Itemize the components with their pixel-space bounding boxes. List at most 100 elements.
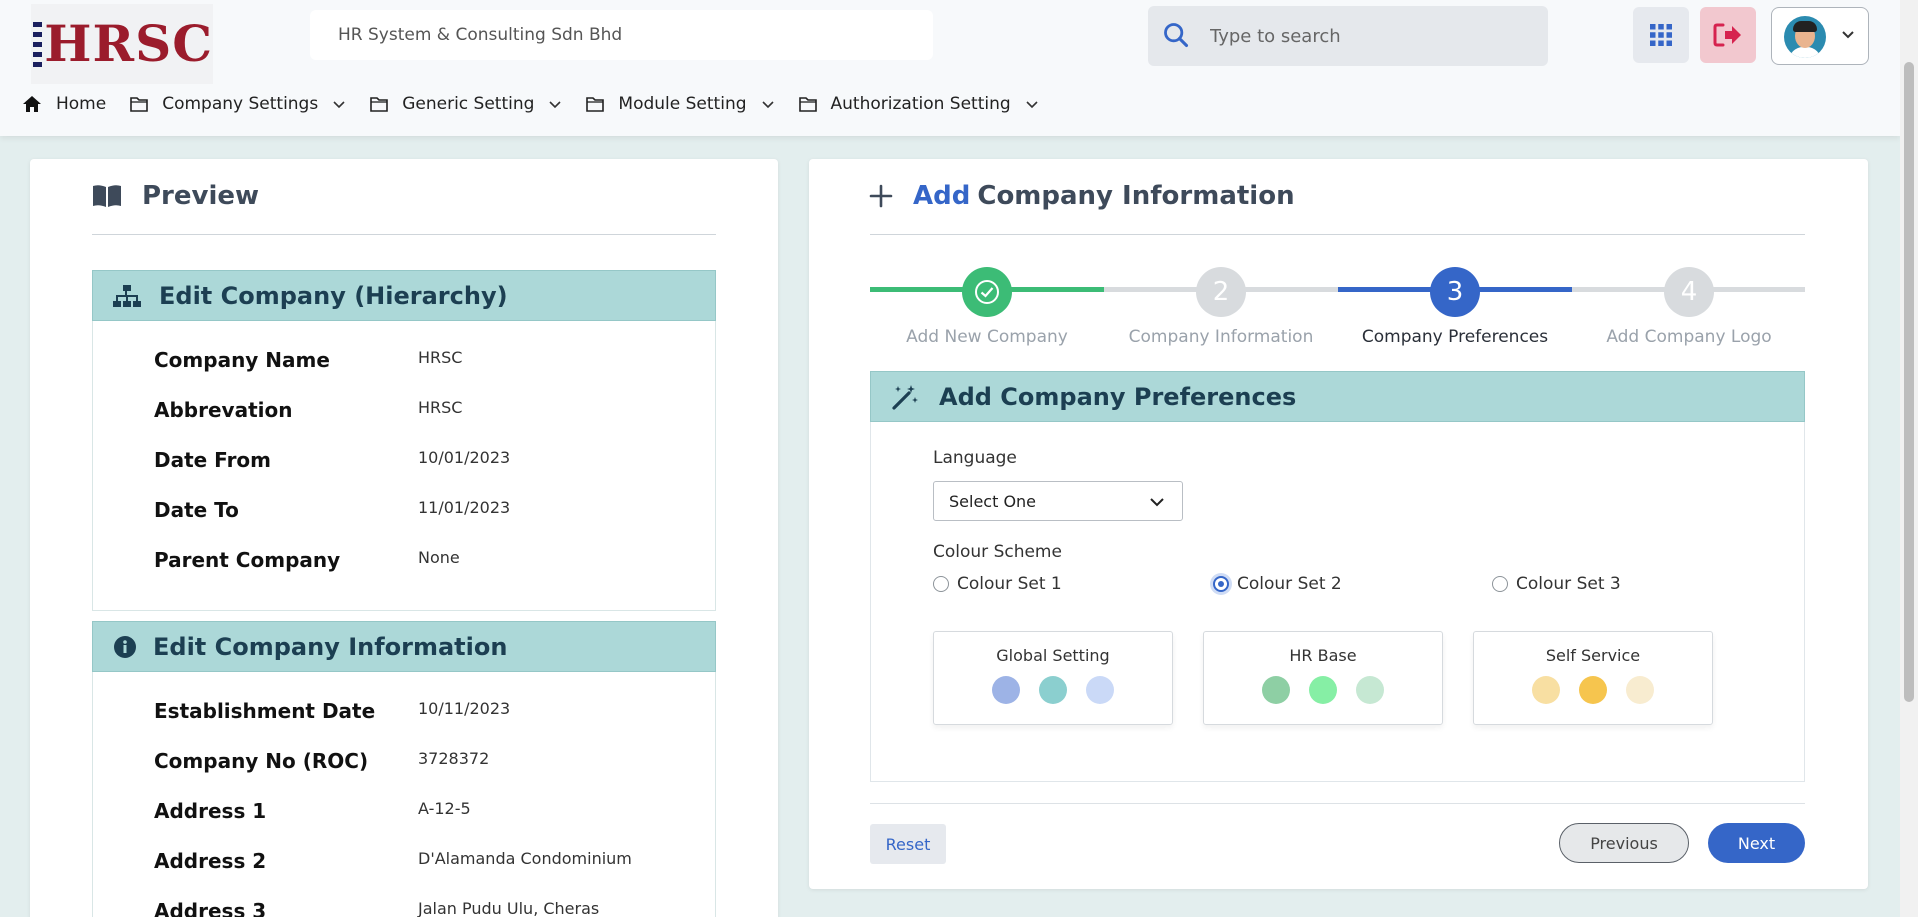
colour-swatch xyxy=(992,676,1020,704)
hierarchy-section-header: Edit Company (Hierarchy) xyxy=(92,270,716,321)
logout-icon xyxy=(1713,23,1741,47)
divider xyxy=(92,234,716,235)
reset-button[interactable]: Reset xyxy=(870,824,946,864)
field-label: Parent Company xyxy=(154,548,341,572)
colour-swatch xyxy=(1039,676,1067,704)
search-input[interactable] xyxy=(1210,18,1530,54)
previous-button[interactable]: Previous xyxy=(1559,823,1689,863)
step-4-label: Add Company Logo xyxy=(1606,327,1772,347)
colour-swatch xyxy=(1532,676,1560,704)
logout-button[interactable] xyxy=(1700,7,1756,63)
colour-swatch xyxy=(1262,676,1290,704)
preferences-section-header: Add Company Preferences xyxy=(870,371,1805,422)
field-label: Establishment Date xyxy=(154,699,376,723)
language-select[interactable]: Select One xyxy=(933,481,1183,521)
chevron-down-icon xyxy=(1842,31,1854,39)
nav-company-settings-label: Company Settings xyxy=(162,94,319,114)
radio-label: Colour Set 2 xyxy=(1237,574,1342,594)
chevron-down-icon xyxy=(1026,101,1038,109)
preview-panel: Preview Edit Company (Hierarchy) Company… xyxy=(30,159,778,917)
search-icon xyxy=(1164,23,1189,48)
colour-scheme-label: Colour Scheme xyxy=(933,542,1062,562)
chevron-down-icon xyxy=(1150,498,1164,507)
field-label: Address 1 xyxy=(154,799,267,823)
company-logo[interactable]: HRSC xyxy=(31,4,213,84)
field-value: 11/01/2023 xyxy=(418,498,511,517)
add-title-rest: Company Information xyxy=(977,181,1295,211)
chevron-down-icon xyxy=(549,101,561,109)
field-label: Company Name xyxy=(154,348,330,372)
nav-authorization-setting[interactable]: Authorization Setting xyxy=(798,94,1039,114)
magic-wand-icon xyxy=(892,384,918,410)
field-value: 3728372 xyxy=(418,749,490,768)
step-4-circle[interactable]: 4 xyxy=(1664,267,1714,317)
info-section-title: Edit Company Information xyxy=(153,632,508,661)
nav-home[interactable]: Home xyxy=(22,94,106,114)
nav-home-label: Home xyxy=(56,94,107,114)
nav-generic-setting[interactable]: Generic Setting xyxy=(370,94,562,114)
colour-card-global-setting: Global Setting xyxy=(933,631,1173,725)
nav-authorization-setting-label: Authorization Setting xyxy=(830,94,1011,114)
colour-swatch xyxy=(1086,676,1114,704)
step-2-circle[interactable]: 2 xyxy=(1196,267,1246,317)
folder-icon xyxy=(370,97,389,112)
divider xyxy=(870,803,1805,804)
step-2-label: Company Information xyxy=(1128,327,1314,347)
search-bar[interactable] xyxy=(1148,6,1548,66)
step-3-label: Company Preferences xyxy=(1361,327,1549,347)
scrollbar-thumb[interactable] xyxy=(1904,62,1914,702)
apps-button[interactable] xyxy=(1633,7,1689,63)
next-button[interactable]: Next xyxy=(1708,823,1805,863)
colour-set-2-radio[interactable]: Colour Set 2 xyxy=(1213,574,1342,594)
field-value: HRSC xyxy=(418,398,463,417)
field-label: Date From xyxy=(154,448,272,472)
preview-header: Preview xyxy=(92,181,259,211)
radio-indicator xyxy=(933,576,949,592)
field-label: Address 3 xyxy=(154,899,267,917)
folder-icon xyxy=(130,97,149,112)
radio-indicator-selected xyxy=(1213,576,1229,592)
language-select-value: Select One xyxy=(949,492,1037,511)
chevron-down-icon xyxy=(333,101,345,109)
colour-card-hr-base: HR Base xyxy=(1203,631,1443,725)
hierarchy-icon xyxy=(113,284,141,307)
folder-icon xyxy=(798,97,817,112)
add-company-panel: Add Company Information 2 3 4 Add New Co… xyxy=(809,159,1868,889)
page-scrollbar[interactable] xyxy=(1900,0,1918,917)
field-value: None xyxy=(418,548,460,567)
colour-set-3-radio[interactable]: Colour Set 3 xyxy=(1492,574,1621,594)
nav-module-setting[interactable]: Module Setting xyxy=(586,94,774,114)
home-icon xyxy=(23,96,41,112)
language-label: Language xyxy=(933,448,1017,468)
field-value: 10/11/2023 xyxy=(418,699,511,718)
field-value: A-12-5 xyxy=(418,799,471,818)
nav-company-settings[interactable]: Company Settings xyxy=(130,94,346,114)
hierarchy-section-title: Edit Company (Hierarchy) xyxy=(159,281,508,310)
colour-swatch xyxy=(1579,676,1607,704)
user-menu-button[interactable] xyxy=(1771,7,1869,65)
colour-card-self-service: Self Service xyxy=(1473,631,1713,725)
colour-set-1-radio[interactable]: Colour Set 1 xyxy=(933,574,1062,594)
field-label: Company No (ROC) xyxy=(154,749,369,773)
check-circle-icon xyxy=(975,280,999,304)
card-title: Self Service xyxy=(1545,646,1641,665)
divider xyxy=(870,234,1805,235)
main-nav: Home Company Settings Generic Setting Mo… xyxy=(22,90,1039,118)
field-value: D'Alamanda Condominium xyxy=(418,849,632,868)
colour-swatch xyxy=(1356,676,1384,704)
field-value: HRSC xyxy=(418,348,463,367)
step-3-circle[interactable]: 3 xyxy=(1430,267,1480,317)
radio-label: Colour Set 1 xyxy=(957,574,1062,594)
step-1-label: Add New Company xyxy=(906,327,1068,347)
plus-icon xyxy=(869,184,893,208)
folder-icon xyxy=(586,97,605,112)
step-1-circle[interactable] xyxy=(962,267,1012,317)
grid-icon xyxy=(1650,24,1672,46)
card-title: Global Setting xyxy=(996,646,1110,665)
add-company-header: Add Company Information xyxy=(869,181,1295,211)
field-label: Abbrevation xyxy=(154,398,293,422)
book-icon xyxy=(93,185,121,207)
avatar xyxy=(1784,16,1826,58)
radio-indicator xyxy=(1492,576,1508,592)
nav-generic-setting-label: Generic Setting xyxy=(402,94,535,114)
